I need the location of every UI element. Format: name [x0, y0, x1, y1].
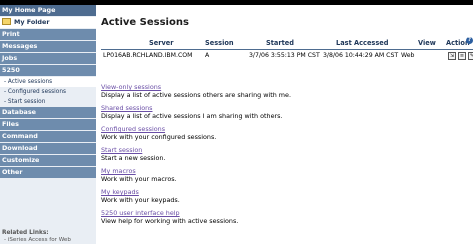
- properties-icon[interactable]: ≡: [458, 52, 466, 60]
- related-links: Related Links: - iSeries Access for Web: [2, 229, 96, 244]
- list-item: Configured sessions Work with your confi…: [101, 126, 473, 142]
- list-item: View-only sessions Display a list of act…: [101, 84, 473, 100]
- sidebar-subitem-configured-sessions[interactable]: - Configured sessions: [0, 87, 96, 97]
- cell-server: LP016AB.RCHLAND.IBM.COM: [103, 52, 193, 59]
- help-icon[interactable]: ?: [466, 37, 473, 44]
- table-header-row: Server Session Started Last Accessed Vie…: [101, 37, 473, 50]
- sidebar-item-label: Customize: [2, 156, 40, 164]
- sidebar-subitem-active-sessions[interactable]: - Active sessions: [0, 77, 96, 87]
- list-item: Start session Start a new session.: [101, 147, 473, 163]
- column-header-server: Server: [149, 39, 174, 47]
- ui-help-link[interactable]: 5250 user interface help: [101, 210, 473, 217]
- start-session-link[interactable]: Start session: [101, 147, 473, 154]
- sidebar-item-label: - Configured sessions: [4, 89, 67, 95]
- sidebar-item-other[interactable]: Other: [0, 167, 96, 179]
- link-description: Display a list of active sessions I am s…: [101, 112, 283, 120]
- page-title: Active Sessions: [101, 17, 189, 28]
- sidebar-item-label: Other: [2, 168, 23, 176]
- sidebar-item-label: Download: [2, 144, 38, 152]
- sidebar-item-database[interactable]: Database: [0, 107, 96, 119]
- sidebar-item-label: Database: [2, 108, 37, 116]
- sidebar-item-label: Files: [2, 120, 19, 128]
- sidebar-item-label: Print: [2, 30, 20, 38]
- related-link-iseries-access[interactable]: - iSeries Access for Web: [2, 237, 96, 244]
- row-actions: ⇲≡✎↻: [448, 52, 473, 60]
- column-header-started: Started: [266, 39, 294, 47]
- sidebar-item-command[interactable]: Command: [0, 131, 96, 143]
- list-item: 5250 user interface help View help for w…: [101, 210, 473, 226]
- cell-view: Web: [401, 52, 415, 59]
- sidebar-item-5250[interactable]: 5250: [0, 65, 96, 77]
- column-header-view: View: [418, 39, 436, 47]
- sidebar-item-label: 5250: [2, 66, 20, 74]
- cell-started: 3/7/06 3:55:13 PM CST: [249, 52, 320, 59]
- my-keypads-link[interactable]: My keypads: [101, 189, 473, 196]
- sidebar-item-label: Jobs: [2, 54, 18, 62]
- folder-icon: [2, 17, 11, 25]
- sidebar-item-print[interactable]: Print: [0, 29, 96, 41]
- sessions-table: Server Session Started Last Accessed Vie…: [101, 37, 473, 61]
- link-description: Start a new session.: [101, 154, 166, 162]
- sidebar-item-messages[interactable]: Messages: [0, 41, 96, 53]
- my-macros-link[interactable]: My macros: [101, 168, 473, 175]
- sidebar-item-label: My Home Page: [2, 6, 56, 14]
- cell-last-accessed: 3/8/06 10:44:29 AM CST: [323, 52, 399, 59]
- sidebar-item-label: - Start session: [4, 99, 46, 105]
- related-links-title: Related Links:: [2, 230, 49, 236]
- sidebar: My Home Page My Folder Print Messages Jo…: [0, 5, 96, 244]
- sidebar-item-jobs[interactable]: Jobs: [0, 53, 96, 65]
- sidebar-item-customize[interactable]: Customize: [0, 155, 96, 167]
- sidebar-item-label: - Active sessions: [4, 79, 53, 85]
- column-header-session: Session: [205, 39, 234, 47]
- cell-session: A: [205, 52, 210, 59]
- link-description: Work with your macros.: [101, 175, 177, 183]
- sidebar-subitem-start-session[interactable]: - Start session: [0, 97, 96, 107]
- link-description: Work with your keypads.: [101, 196, 180, 204]
- link-description: View help for working with active sessio…: [101, 217, 239, 225]
- go-to-session-icon[interactable]: ⇲: [448, 52, 456, 60]
- main-content: Active Sessions Server Session Started L…: [101, 5, 473, 244]
- sidebar-item-label: My Folder: [14, 18, 50, 26]
- table-row: LP016AB.RCHLAND.IBM.COM A 3/7/06 3:55:13…: [101, 50, 473, 61]
- shared-sessions-link[interactable]: Shared sessions: [101, 105, 473, 112]
- edit-icon[interactable]: ✎: [468, 52, 473, 60]
- sidebar-item-files[interactable]: Files: [0, 119, 96, 131]
- sidebar-item-my-home-page[interactable]: My Home Page: [0, 5, 96, 17]
- sidebar-item-my-folder[interactable]: My Folder: [0, 17, 96, 29]
- link-description: Work with your configured sessions.: [101, 133, 217, 141]
- list-item: My keypads Work with your keypads.: [101, 189, 473, 205]
- session-links: View-only sessions Display a list of act…: [101, 84, 473, 231]
- sidebar-item-label: Messages: [2, 42, 38, 50]
- list-item: Shared sessions Display a list of active…: [101, 105, 473, 121]
- sidebar-item-label: Command: [2, 132, 38, 140]
- configured-sessions-link[interactable]: Configured sessions: [101, 126, 473, 133]
- view-only-sessions-link[interactable]: View-only sessions: [101, 84, 473, 91]
- column-header-last-accessed: Last Accessed: [336, 39, 389, 47]
- list-item: My macros Work with your macros.: [101, 168, 473, 184]
- sidebar-item-download[interactable]: Download: [0, 143, 96, 155]
- link-description: Display a list of active sessions others…: [101, 91, 291, 99]
